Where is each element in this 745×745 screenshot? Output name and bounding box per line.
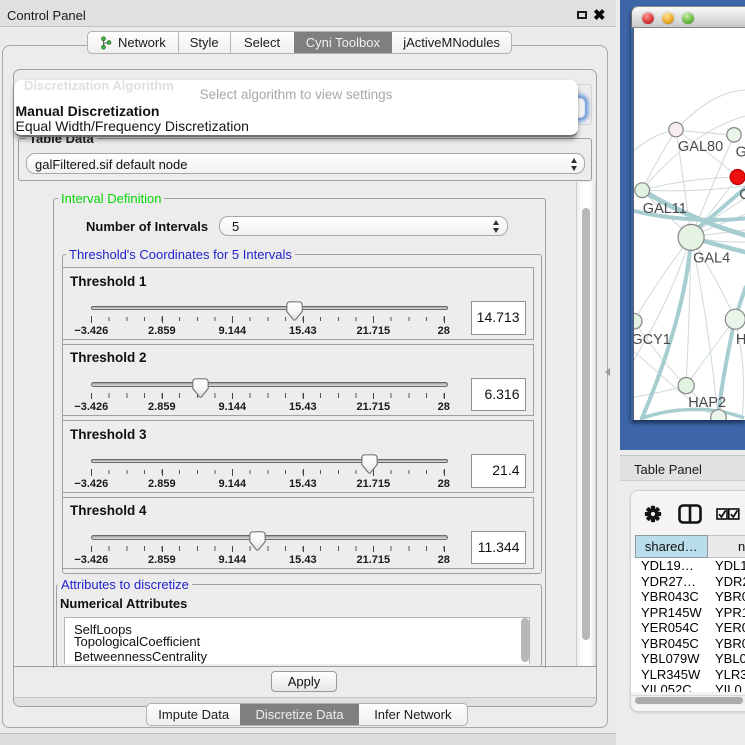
svg-text:GAL4: GAL4: [693, 251, 730, 267]
svg-text:H: H: [736, 332, 745, 348]
svg-text:GAL11: GAL11: [643, 201, 687, 217]
svg-text:C: C: [739, 187, 745, 203]
svg-text:GA: GA: [736, 145, 745, 161]
svg-text:GAL80: GAL80: [678, 139, 723, 155]
svg-text:GCY1: GCY1: [634, 332, 671, 348]
svg-text:HAP2: HAP2: [688, 395, 726, 411]
